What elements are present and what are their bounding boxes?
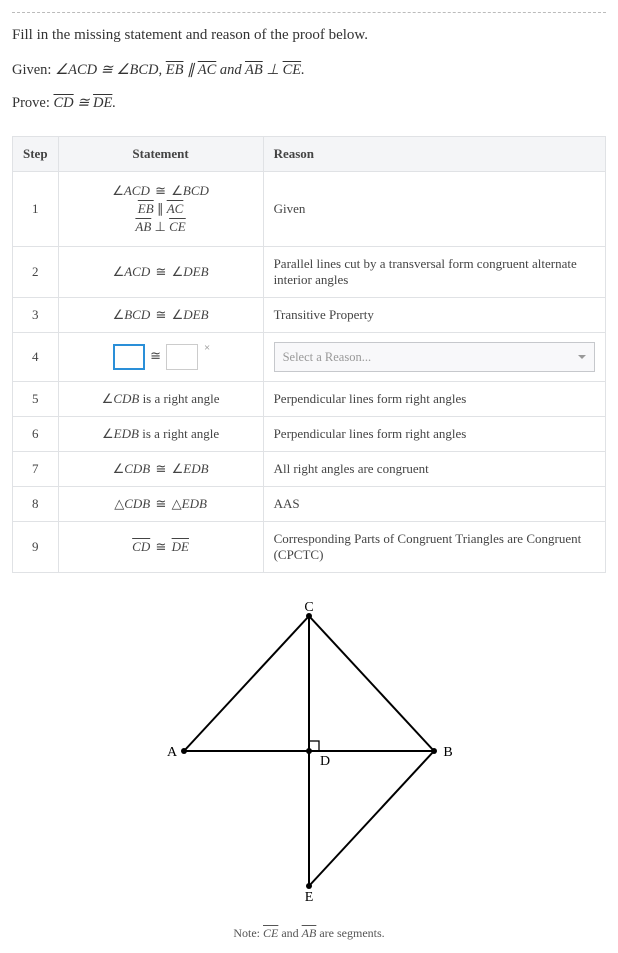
statement-cell: △CDB ≅ △EDB — [58, 487, 263, 522]
reason-cell: AAS — [263, 487, 605, 522]
table-row: 8 △CDB ≅ △EDB AAS — [13, 487, 606, 522]
given-label: Given: — [12, 62, 55, 78]
reason-cell: Given — [263, 172, 605, 247]
step-num: 6 — [13, 417, 59, 452]
step-num: 3 — [13, 298, 59, 333]
note-prefix: Note: — [233, 926, 263, 940]
figure-area: C A B D E Note: CE and AB are segments. — [12, 601, 606, 941]
table-row: 2 ∠ACD ≅ ∠DEB Parallel lines cut by a tr… — [13, 247, 606, 298]
instruction-text: Fill in the missing statement and reason… — [12, 27, 606, 44]
step-num: 5 — [13, 382, 59, 417]
reason-cell: All right angles are congruent — [263, 452, 605, 487]
step-num: 2 — [13, 247, 59, 298]
reason-select-dropdown[interactable]: Select a Reason... — [274, 342, 595, 372]
statement-cell: ∠ACD ≅ ∠DEB — [58, 247, 263, 298]
note-suffix: are segments. — [316, 926, 384, 940]
header-statement: Statement — [58, 137, 263, 172]
statement-blank-left[interactable] — [113, 344, 145, 370]
given-line: Given: ∠ACD ≅ ∠BCD, EB ∥ AC and AB ⊥ CE. — [12, 62, 606, 79]
reason-select-placeholder: Select a Reason... — [283, 350, 372, 365]
label-E: E — [305, 890, 314, 901]
statement-blank-right[interactable] — [166, 344, 198, 370]
statement-cell: ∠ACD ≅ ∠BCD EB ∥ AC AB ⊥ CE — [58, 172, 263, 247]
table-row: 6 ∠EDB is a right angle Perpendicular li… — [13, 417, 606, 452]
reason-cell: Transitive Property — [263, 298, 605, 333]
statement-cell: ≅ × — [58, 333, 263, 382]
reason-cell: Perpendicular lines form right angles — [263, 382, 605, 417]
step-num: 1 — [13, 172, 59, 247]
prove-math: CD ≅ DE. — [53, 95, 116, 111]
geometry-figure: C A B D E — [154, 601, 464, 901]
step-num: 4 — [13, 333, 59, 382]
prove-line: Prove: CD ≅ DE. — [12, 95, 606, 112]
top-dashed-border — [12, 12, 606, 13]
table-row: 9 CD ≅ DE Corresponding Parts of Congrue… — [13, 522, 606, 573]
proof-table: Step Statement Reason 1 ∠ACD ≅ ∠BCD EB ∥… — [12, 136, 606, 573]
header-step: Step — [13, 137, 59, 172]
step-num: 7 — [13, 452, 59, 487]
statement-cell: ∠EDB is a right angle — [58, 417, 263, 452]
header-reason: Reason — [263, 137, 605, 172]
table-row: 1 ∠ACD ≅ ∠BCD EB ∥ AC AB ⊥ CE Given — [13, 172, 606, 247]
label-B: B — [443, 745, 452, 760]
table-row: 7 ∠CDB ≅ ∠EDB All right angles are congr… — [13, 452, 606, 487]
table-row: 3 ∠BCD ≅ ∠DEB Transitive Property — [13, 298, 606, 333]
label-D: D — [320, 754, 330, 769]
label-A: A — [167, 745, 178, 760]
given-math: ∠ACD ≅ ∠BCD, EB ∥ AC and AB ⊥ CE. — [55, 62, 305, 78]
reason-cell: Select a Reason... — [263, 333, 605, 382]
note-mid: and — [278, 926, 301, 940]
reason-cell: Corresponding Parts of Congruent Triangl… — [263, 522, 605, 573]
reason-cell: Perpendicular lines form right angles — [263, 417, 605, 452]
statement-cell: CD ≅ DE — [58, 522, 263, 573]
note-seg1: CE — [263, 926, 278, 940]
cong-symbol: ≅ — [148, 348, 163, 363]
step-num: 9 — [13, 522, 59, 573]
statement-cell: ∠BCD ≅ ∠DEB — [58, 298, 263, 333]
label-C: C — [304, 601, 313, 615]
table-row: 4 ≅ × Select a Reason... — [13, 333, 606, 382]
reason-cell: Parallel lines cut by a transversal form… — [263, 247, 605, 298]
chevron-down-icon — [578, 355, 586, 359]
step-num: 8 — [13, 487, 59, 522]
figure-note: Note: CE and AB are segments. — [12, 926, 606, 941]
note-seg2: AB — [302, 926, 317, 940]
statement-cell: ∠CDB is a right angle — [58, 382, 263, 417]
prove-label: Prove: — [12, 95, 53, 111]
close-icon[interactable]: × — [204, 342, 210, 354]
table-row: 5 ∠CDB is a right angle Perpendicular li… — [13, 382, 606, 417]
statement-cell: ∠CDB ≅ ∠EDB — [58, 452, 263, 487]
